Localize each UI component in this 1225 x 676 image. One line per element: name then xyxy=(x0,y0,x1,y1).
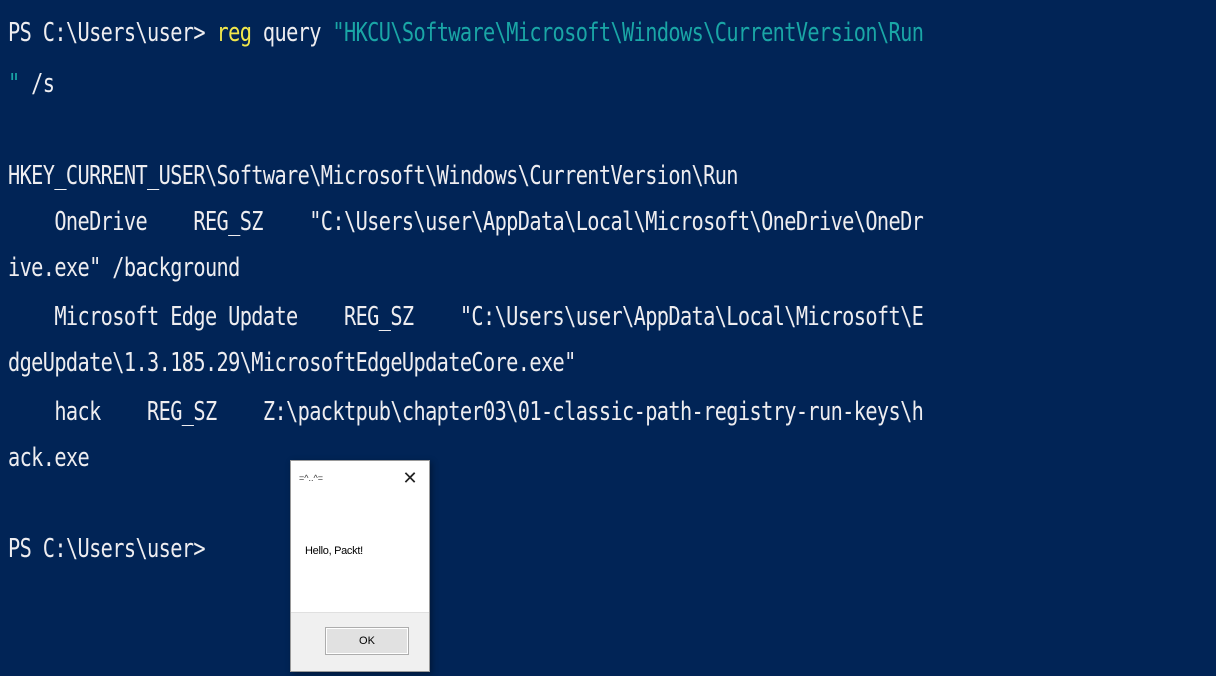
command-name: reg xyxy=(216,18,252,48)
output-line-hack: hack REG_SZ Z:\packtpub\chapter03\01-cla… xyxy=(8,397,924,427)
command-line-continued: " /s xyxy=(8,61,55,107)
output-line-edge-update: Microsoft Edge Update REG_SZ "C:\Users\u… xyxy=(8,302,924,332)
close-icon[interactable]: ✕ xyxy=(399,467,421,489)
powershell-terminal[interactable]: PS C:\Users\user> reg query "HKCU\Softwa… xyxy=(0,0,1216,676)
output-line-hack-wrap: ack.exe xyxy=(8,443,90,473)
ok-button[interactable]: OK xyxy=(325,627,409,655)
command-flag: /s xyxy=(19,69,55,99)
output-line-registry-key: HKEY_CURRENT_USER\Software\Microsoft\Win… xyxy=(8,161,739,191)
dialog-title: =^..^= xyxy=(299,473,323,483)
prompt: PS C:\Users\user> xyxy=(8,18,217,48)
command-string-closing-quote: " xyxy=(8,69,20,99)
output-line-onedrive-wrap: ive.exe" /background xyxy=(8,253,240,283)
message-box-dialog: =^..^= ✕ Hello, Packt! OK xyxy=(290,460,430,672)
command-line: PS C:\Users\user> reg query "HKCU\Softwa… xyxy=(8,10,924,56)
output-line-onedrive: OneDrive REG_SZ "C:\Users\user\AppData\L… xyxy=(8,207,924,237)
command-registry-path: "HKCU\Software\Microsoft\Windows\Current… xyxy=(332,18,924,48)
dialog-footer: OK xyxy=(291,612,429,671)
output-line-edge-update-wrap: dgeUpdate\1.3.185.29\MicrosoftEdgeUpdate… xyxy=(8,348,576,378)
prompt-line: PS C:\Users\user> xyxy=(8,534,206,564)
dialog-message: Hello, Packt! xyxy=(305,545,363,557)
command-arguments: query xyxy=(251,18,333,48)
